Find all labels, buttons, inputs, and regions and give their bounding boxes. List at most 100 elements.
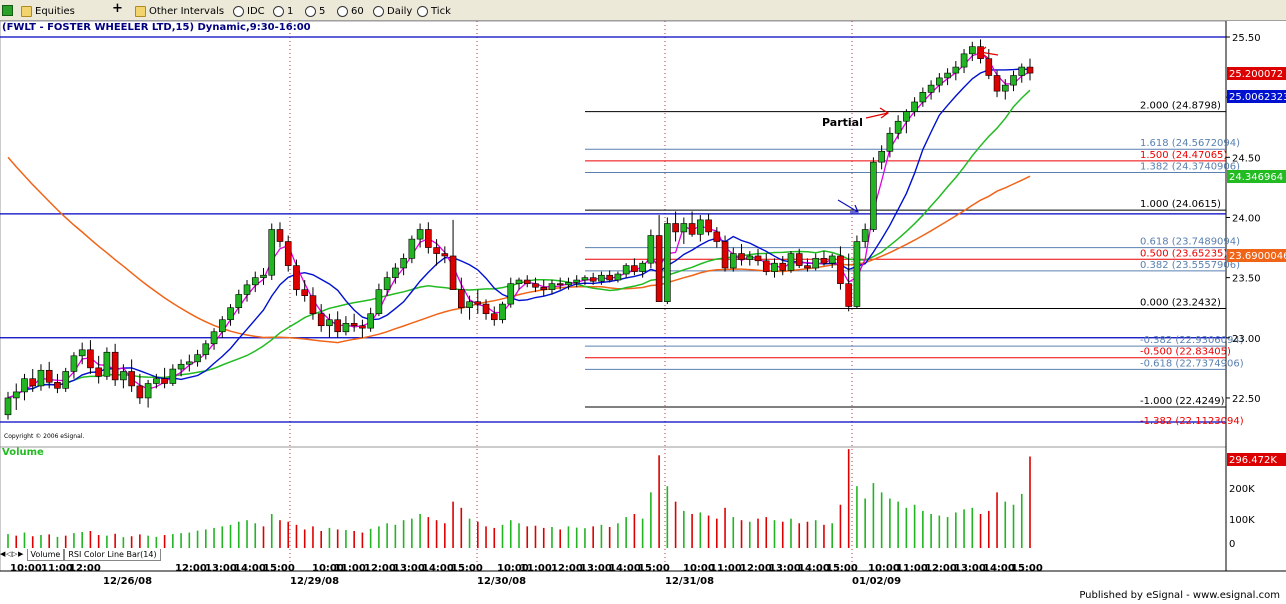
plus-icon[interactable]: + — [112, 1, 123, 16]
interval-5-button[interactable]: 5 — [302, 3, 328, 20]
interval-tick-button[interactable]: Tick — [414, 3, 454, 20]
time-tick-label: 12:00 — [364, 563, 396, 574]
candle-body — [260, 274, 267, 278]
time-tick-label: 14:00 — [609, 563, 641, 574]
time-tick-label: 15:00 — [1011, 563, 1043, 574]
candle-body — [680, 223, 688, 233]
candle-body — [713, 231, 721, 242]
candle-body — [441, 253, 449, 257]
candle-body — [194, 354, 201, 363]
candle-body — [746, 255, 754, 260]
candle-body — [664, 223, 671, 302]
candle-body — [853, 241, 861, 307]
interval-5-label: 5 — [319, 6, 326, 17]
time-tick-label: 13:00 — [393, 563, 425, 574]
time-tick-label: 13:00 — [769, 563, 801, 574]
fib-label: 0.618 (23.7489094) — [1140, 237, 1240, 248]
candle-body — [820, 258, 828, 264]
candle-body — [317, 313, 325, 327]
candle-body — [655, 235, 663, 302]
candle-body — [886, 132, 894, 152]
candle-body — [548, 283, 556, 290]
candle-body — [729, 253, 737, 269]
candle-body — [878, 150, 885, 163]
interval-1-button[interactable]: 1 — [270, 3, 296, 20]
candle-body — [647, 235, 655, 264]
time-tick-label: 13:00 — [954, 563, 986, 574]
interval-idc-label: IDC — [247, 6, 265, 17]
candle-body — [95, 367, 102, 377]
candle-body — [416, 229, 424, 240]
tab-volume[interactable]: Volume — [26, 549, 65, 561]
interval-daily-button[interactable]: Daily — [370, 3, 415, 20]
candle-body — [144, 383, 152, 399]
volume-pane — [0, 446, 1227, 572]
candle-body — [243, 284, 251, 295]
date-tick-label: 01/02/09 — [852, 576, 901, 587]
candle-body — [787, 253, 795, 271]
candle-body — [721, 241, 729, 269]
published-credit: Published by eSignal - www.esignal.com — [1079, 590, 1280, 601]
candle-body — [4, 397, 12, 416]
fib-label: 0.000 (23.2432) — [1140, 298, 1221, 309]
candle-body — [622, 265, 630, 275]
time-tick-label: 15:00 — [451, 563, 483, 574]
fib-label: -1.000 (22.4249) — [1140, 396, 1225, 407]
price-pane — [0, 21, 1227, 448]
candle-body — [589, 277, 597, 282]
tab-rsi[interactable]: RSI Color Line Bar(14) — [64, 549, 161, 561]
time-tick-label: 11:00 — [334, 563, 366, 574]
candle-body — [169, 368, 177, 384]
candle-body — [952, 66, 960, 74]
fib-label: 0.500 (23.65235) — [1140, 248, 1227, 259]
tab-scroll-last-icon[interactable]: ▶ — [18, 549, 24, 559]
candle-body — [375, 289, 383, 315]
candle-body — [177, 363, 185, 370]
price-chart[interactable]: 2.000 (24.8798) 1.618 (24.5672094)1.500 (… — [0, 21, 1286, 604]
fib-label: 2.000 (24.8798) — [1140, 101, 1221, 112]
candle-body — [21, 378, 28, 393]
study-tabs: ◀◁▷▶ Volume RSI Color Line Bar(14) — [0, 549, 161, 562]
interval-60-button[interactable]: 60 — [334, 3, 367, 20]
candle-body — [251, 277, 259, 286]
chart-icon[interactable] — [2, 3, 16, 18]
candle-body — [433, 247, 440, 254]
clock-icon — [305, 5, 316, 17]
candle-body — [62, 371, 69, 389]
candle-body — [218, 319, 226, 333]
candle-body — [128, 371, 135, 387]
candle-body — [359, 325, 366, 329]
interval-idc-button[interactable]: IDC — [230, 3, 268, 20]
candle-body — [936, 77, 943, 86]
candle-body — [606, 274, 613, 281]
candle-body — [136, 385, 144, 399]
candle-body — [614, 273, 622, 281]
candle-body — [804, 265, 811, 269]
candle-body — [111, 351, 119, 381]
copyright-text: Copyright © 2006 eSignal. — [4, 433, 85, 440]
interval-60-label: 60 — [351, 6, 364, 17]
candle-body — [449, 255, 457, 290]
fib-label: 1.618 (24.5672094) — [1140, 138, 1240, 149]
candle-body — [540, 286, 548, 290]
date-tick-label: 12/31/08 — [665, 576, 714, 587]
interval-tick-label: Tick — [431, 6, 451, 17]
clock-icon — [337, 5, 348, 17]
interval-daily-label: Daily — [387, 6, 413, 17]
candle-body — [309, 295, 317, 315]
equities-menu[interactable]: Equities — [18, 3, 78, 20]
candle-body — [1010, 75, 1017, 86]
candle-body — [581, 277, 589, 281]
candle-body — [927, 84, 935, 93]
candle-body — [276, 229, 284, 242]
candle-body — [342, 323, 350, 333]
candle-body — [631, 265, 638, 272]
other-intervals-menu[interactable]: Other Intervals — [132, 3, 227, 20]
candle-body — [944, 72, 951, 79]
price-tick-label: 24.50 — [1232, 153, 1261, 164]
candle-body — [738, 253, 745, 260]
equities-label: Equities — [35, 6, 75, 17]
candle-body — [1026, 66, 1034, 74]
candle-body — [573, 279, 580, 283]
date-tick-label: 12/26/08 — [103, 576, 152, 587]
